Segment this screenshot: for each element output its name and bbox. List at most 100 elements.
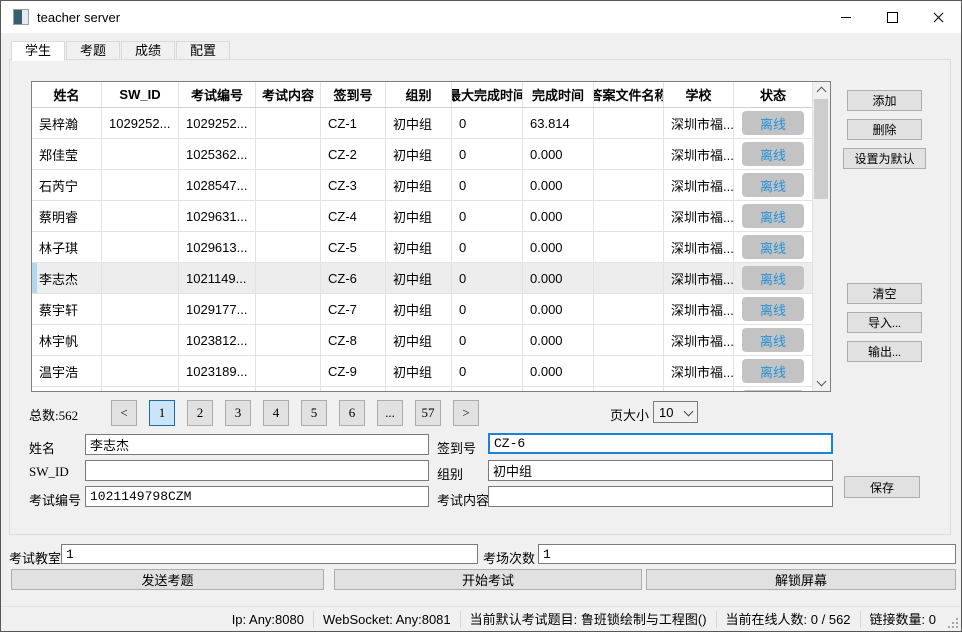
exam-content-field[interactable] [488,486,833,507]
column-header[interactable]: 考试内容 [256,82,321,107]
column-header[interactable]: 状态 [734,82,813,107]
add-button[interactable]: 添加 [847,90,922,111]
page-button[interactable]: 4 [263,400,289,426]
status-offline-button[interactable]: 离线 [742,266,804,290]
status-offline-button[interactable]: 离线 [742,359,804,383]
resize-grip-icon[interactable] [956,626,958,628]
tab-students[interactable]: 学生 [11,41,65,61]
unlock-screen-button[interactable]: 解锁屏幕 [646,569,956,590]
page-button[interactable]: 2 [187,400,213,426]
session-field[interactable] [538,544,956,564]
status-offline-button[interactable]: 离线 [742,204,804,228]
set-default-button[interactable]: 设置为默认 [843,148,926,169]
table-row[interactable]: 郑佳莹1025362...CZ-2初中组00.000深圳市福...离线 [32,139,830,170]
cell-group: 初中组 [386,294,452,324]
cell-sign_no: CZ-9 [321,356,386,386]
table-row[interactable]: 温宇浩1023189...CZ-9初中组00.000深圳市福...离线 [32,356,830,387]
page-button[interactable]: 57 [415,400,441,426]
delete-button[interactable]: 删除 [847,119,922,140]
cell-answer_file [594,263,664,293]
status-offline-button[interactable]: 离线 [742,390,804,392]
table-row[interactable]: 吴梓瀚1029252...1029252...CZ-1初中组063.814深圳市… [32,108,830,139]
cell-school: 深圳市福... [664,232,734,262]
cell-finish_time: 0.000 [523,325,594,355]
column-header[interactable]: 姓名 [32,82,102,107]
cell-exam_no: 1023526... [179,387,256,392]
table-row[interactable]: 蔡明睿1029631...CZ-4初中组00.000深圳市福...离线 [32,201,830,232]
tab-bar: 学生 考题 成绩 配置 [11,41,231,61]
sign-no-field[interactable] [488,433,833,454]
status-websocket: WebSocket: Any:8081 [313,611,460,628]
table-scrollbar[interactable] [812,82,830,391]
table-row[interactable]: 蔡宇轩1029177...CZ-7初中组00.000深圳市福...离线 [32,294,830,325]
table-row[interactable]: 李志杰1021149...CZ-6初中组00.000深圳市福...离线 [32,263,830,294]
page-prev-button[interactable]: < [111,400,137,426]
cell-status: 离线 [734,232,813,262]
table-row[interactable]: 林子琪1029613...CZ-5初中组00.000深圳市福...离线 [32,232,830,263]
group-label: 组别 [437,464,463,483]
cell-group: 初中组 [386,356,452,386]
cell-school: 深圳市福... [664,108,734,138]
status-offline-button[interactable]: 离线 [742,142,804,166]
name-field[interactable] [85,434,429,455]
close-button[interactable] [915,1,961,33]
import-button[interactable]: 导入... [847,312,922,333]
swid-field[interactable] [85,460,429,481]
status-offline-button[interactable]: 离线 [742,173,804,197]
page-next-button[interactable]: > [453,400,479,426]
column-header[interactable]: 学校 [664,82,734,107]
column-header[interactable]: 最大完成时间 [452,82,523,107]
cell-exam_no: 1023189... [179,356,256,386]
start-exam-button[interactable]: 开始考试 [334,569,642,590]
swid-label: SW_ID [29,464,69,480]
scroll-up-icon[interactable] [817,87,827,97]
cell-sw_id [102,325,179,355]
cell-sw_id [102,139,179,169]
scroll-down-icon[interactable] [817,377,827,387]
tab-configuration[interactable]: 配置 [176,41,230,60]
minimize-icon [841,17,851,18]
table-row[interactable]: 石芮宁1028547...CZ-3初中组00.000深圳市福...离线 [32,170,830,201]
tab-grades[interactable]: 成绩 [121,41,175,60]
page-button[interactable]: 6 [339,400,365,426]
cell-exam_content [256,108,321,138]
table-row[interactable]: 罗思非1023526...CZ-10初中组00.000深圳市福...离线 [32,387,830,392]
maximize-button[interactable] [869,1,915,33]
cell-finish_time: 0.000 [523,387,594,392]
cell-max_finish_time: 0 [452,108,523,138]
export-button[interactable]: 输出... [847,341,922,362]
cell-school: 深圳市福... [664,325,734,355]
cell-answer_file [594,294,664,324]
classroom-field[interactable] [61,544,478,564]
group-field[interactable] [488,460,833,481]
scrollbar-thumb[interactable] [814,99,828,199]
page-button[interactable]: 3 [225,400,251,426]
status-offline-button[interactable]: 离线 [742,297,804,321]
page-ellipsis-button[interactable]: ... [377,400,403,426]
status-offline-button[interactable]: 离线 [742,235,804,259]
cell-sign_no: CZ-5 [321,232,386,262]
column-header[interactable]: 组别 [386,82,452,107]
cell-sign_no: CZ-3 [321,170,386,200]
column-header[interactable]: 答案文件名称 [594,82,664,107]
cell-sw_id [102,387,179,392]
page-button[interactable]: 5 [301,400,327,426]
status-offline-button[interactable]: 离线 [742,111,804,135]
send-questions-button[interactable]: 发送考题 [11,569,324,590]
tab-exam-questions[interactable]: 考题 [66,41,120,60]
column-header[interactable]: SW_ID [102,82,179,107]
column-header[interactable]: 考试编号 [179,82,256,107]
page-button[interactable]: 1 [149,400,175,426]
cell-answer_file [594,232,664,262]
clear-button[interactable]: 清空 [847,283,922,304]
cell-exam_no: 1021149... [179,263,256,293]
column-header[interactable]: 完成时间 [523,82,594,107]
exam-no-field[interactable] [85,486,429,507]
table-row[interactable]: 林宇帆1023812...CZ-8初中组00.000深圳市福...离线 [32,325,830,356]
status-offline-button[interactable]: 离线 [742,328,804,352]
minimize-button[interactable] [823,1,869,33]
page-size-select[interactable]: 10 [653,401,698,423]
save-button[interactable]: 保存 [844,476,920,498]
column-header[interactable]: 签到号 [321,82,386,107]
cell-answer_file [594,170,664,200]
